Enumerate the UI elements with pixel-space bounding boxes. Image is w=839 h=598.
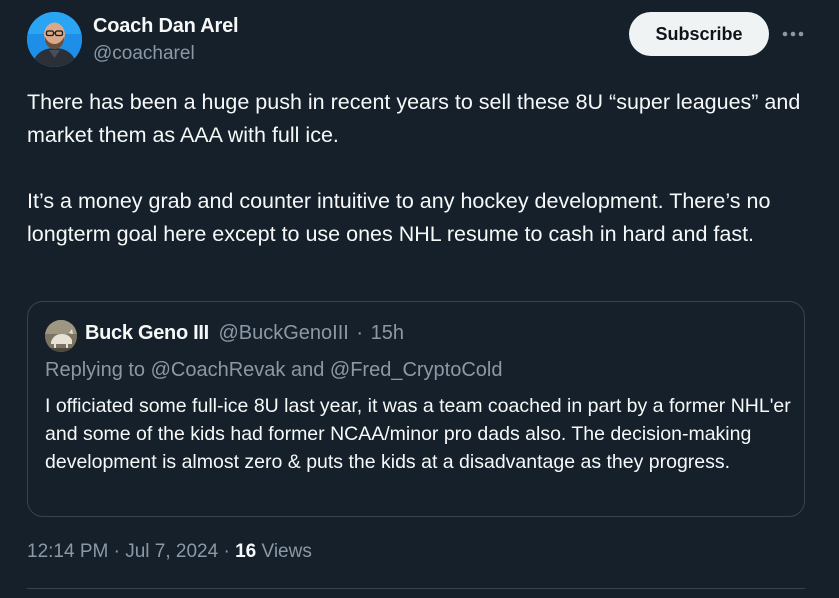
author-handle[interactable]: @coacharel	[93, 43, 195, 65]
tweet-text: There has been a huge push in recent yea…	[27, 86, 817, 251]
meta-separator: ·	[223, 541, 230, 562]
divider	[27, 588, 805, 589]
quote-separator: ·	[356, 322, 364, 344]
views-count: 16	[235, 541, 257, 562]
quote-timestamp[interactable]: 15h	[371, 322, 404, 344]
quote-author-name[interactable]: Buck Geno III	[85, 322, 209, 344]
quote-author-avatar-image	[45, 320, 77, 352]
tweet-paragraph: It’s a money grab and counter intuitive …	[27, 189, 771, 246]
tweet-time[interactable]: 12:14 PM	[27, 541, 108, 562]
author-avatar-image	[27, 12, 82, 67]
quote-text: I officiated some full-ice 8U last year,…	[45, 395, 791, 473]
meta-separator: ·	[113, 541, 120, 562]
tweet-header: Coach Dan Arel @coacharel Subscribe	[27, 12, 819, 68]
views-label: Views	[261, 541, 312, 562]
tweet-detail: Coach Dan Arel @coacharel Subscribe Ther…	[0, 0, 839, 598]
author-display-name[interactable]: Coach Dan Arel	[93, 15, 239, 38]
author-avatar[interactable]	[27, 12, 82, 67]
tweet-date[interactable]: Jul 7, 2024	[125, 541, 218, 562]
quoted-tweet[interactable]: Buck Geno III @BuckGenoIII · 15h Replyin…	[27, 301, 805, 517]
quote-author-avatar[interactable]	[45, 320, 77, 352]
quote-replying-to: Replying to @CoachRevak and @Fred_Crypto…	[45, 359, 503, 381]
more-horizontal-icon[interactable]	[779, 22, 807, 46]
tweet-paragraph: There has been a huge push in recent yea…	[27, 90, 801, 147]
quote-author-handle[interactable]: @BuckGenoIII	[218, 322, 348, 344]
subscribe-button[interactable]: Subscribe	[629, 12, 769, 56]
tweet-meta: 12:14 PM · Jul 7, 2024 · 16 Views	[27, 541, 312, 563]
quote-author-line: Buck Geno III @BuckGenoIII · 15h	[85, 322, 404, 345]
